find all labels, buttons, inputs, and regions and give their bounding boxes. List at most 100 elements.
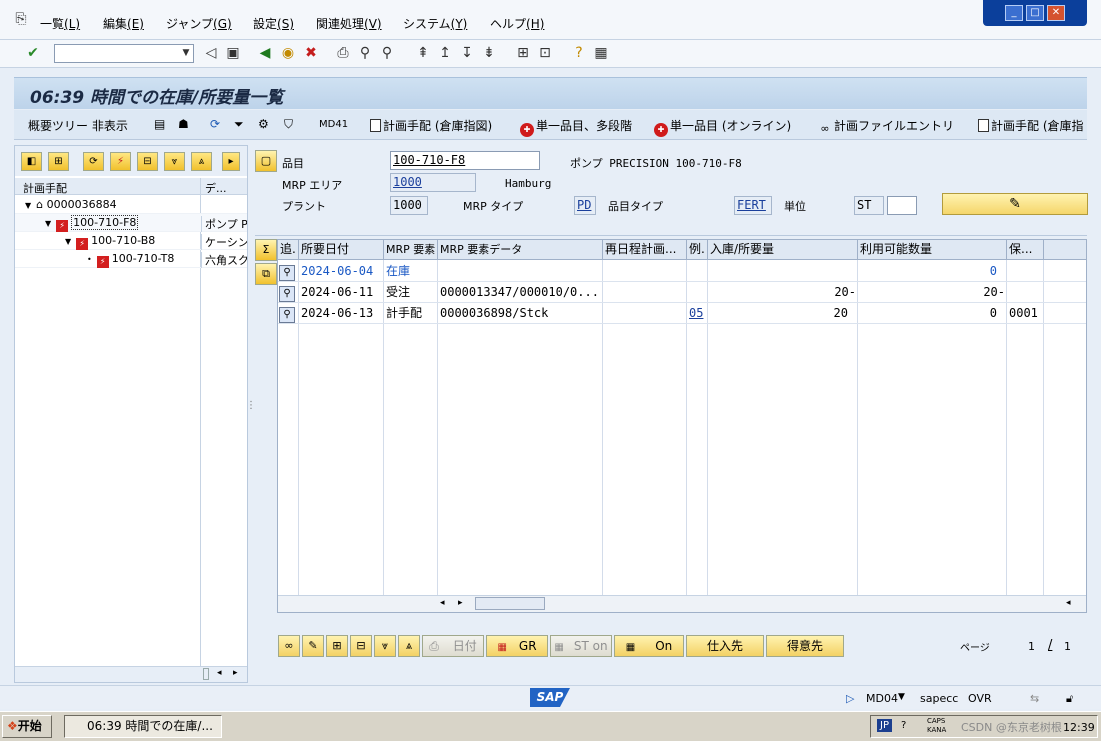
menu-settings[interactable]: 設定(S) bbox=[253, 15, 294, 32]
print-icon[interactable]: ⎙ bbox=[334, 44, 352, 62]
tree-refresh-icon[interactable]: ⟳ bbox=[83, 152, 104, 171]
col-header[interactable]: 追. bbox=[278, 240, 299, 260]
scroll-left-icon[interactable]: ◂ bbox=[217, 668, 222, 678]
customer-button[interactable]: 得意先 bbox=[766, 635, 844, 657]
glasses-icon[interactable]: ∞ bbox=[278, 635, 300, 657]
chevron-down-icon[interactable]: ▼ bbox=[179, 45, 193, 62]
enter-checkmark-icon[interactable]: ✔ bbox=[24, 44, 42, 62]
scroll-thumb[interactable] bbox=[475, 597, 545, 610]
scroll-left-icon[interactable]: ◂ bbox=[1066, 598, 1071, 608]
element-detail-icon[interactable]: ⧉ bbox=[255, 263, 277, 285]
tree-node-component[interactable]: ▼ ⚡ 100-710-B8 ケーシン bbox=[15, 232, 247, 250]
next-page-icon[interactable]: ↧ bbox=[458, 44, 476, 62]
document-icon[interactable]: ▤ bbox=[154, 117, 165, 131]
tree-collapse-icon[interactable]: ⩓ bbox=[191, 152, 212, 171]
close-icon[interactable]: ✕ bbox=[1047, 5, 1065, 21]
filter-icon[interactable]: ⏷ bbox=[234, 117, 244, 132]
menu-goto[interactable]: ジャンプ(G) bbox=[166, 15, 232, 32]
chevron-down-icon[interactable]: ▼ bbox=[898, 692, 905, 702]
prev-page-icon[interactable]: ↥ bbox=[436, 44, 454, 62]
last-page-icon[interactable]: ⇟ bbox=[480, 44, 498, 62]
cell-exception-link[interactable]: 05 bbox=[687, 303, 708, 324]
menu-edit[interactable]: 編集(E) bbox=[103, 15, 144, 32]
edit-pencil-button[interactable]: ✎ bbox=[942, 193, 1088, 215]
new-session-icon[interactable]: ⊞ bbox=[514, 44, 532, 62]
tree-back-icon[interactable]: ◧ bbox=[21, 152, 42, 171]
col-header[interactable]: 所要日付 bbox=[299, 240, 384, 260]
magnifier-icon[interactable]: ⚲ bbox=[279, 265, 295, 281]
menu-list[interactable]: 一覧(L) bbox=[40, 15, 80, 32]
col-header[interactable]: 再日程計画... bbox=[603, 240, 687, 260]
vendor-button[interactable]: 仕入先 bbox=[686, 635, 764, 657]
expand-triangle-icon[interactable]: ▼ bbox=[45, 219, 51, 228]
layout-menu-icon[interactable]: ▦ bbox=[592, 44, 610, 62]
language-indicator[interactable]: JP bbox=[877, 719, 892, 732]
tree-node-root[interactable]: ▼ ⌂ 0000036884 bbox=[15, 196, 247, 214]
expand-triangle-icon[interactable]: ▼ bbox=[65, 237, 71, 246]
app-menu-icon[interactable]: ⎘ bbox=[12, 10, 30, 28]
material-type-field[interactable]: FERT bbox=[734, 196, 772, 215]
tree-more-icon[interactable]: ▸ bbox=[222, 152, 240, 171]
col-header[interactable]: 保... bbox=[1007, 240, 1044, 260]
tree-structure-icon[interactable]: ⊞ bbox=[48, 152, 69, 171]
funnel-icon[interactable]: ⛉ bbox=[284, 117, 293, 132]
person-icon[interactable]: ☗ bbox=[178, 117, 189, 131]
first-page-icon[interactable]: ⇞ bbox=[414, 44, 432, 62]
tree-exception-icon[interactable]: ⚡ bbox=[110, 152, 131, 171]
menu-system[interactable]: システム(Y) bbox=[403, 15, 467, 32]
table-row[interactable]: ⚲ 2024-06-13 計手配 0000036898/Stck 05 20 0… bbox=[278, 303, 1086, 324]
scroll-thumb[interactable] bbox=[203, 668, 209, 680]
single-item-multilevel-button[interactable]: ✚ 単一品目、多段階 bbox=[520, 117, 632, 137]
collapse-left-icon[interactable]: ◁ bbox=[202, 44, 220, 62]
col-header[interactable]: MRP 要素 bbox=[384, 240, 438, 260]
col-header[interactable]: 例. bbox=[687, 240, 708, 260]
on-button[interactable]: ▦ On bbox=[614, 635, 684, 657]
tree-node-component[interactable]: • ⚡ 100-710-T8 六角スク bbox=[15, 250, 247, 268]
scroll-left-icon[interactable]: ◂ bbox=[440, 598, 445, 608]
help-icon[interactable]: ? bbox=[570, 44, 588, 62]
col-header[interactable]: 利用可能数量 bbox=[858, 240, 1007, 260]
shortcut-icon[interactable]: ⊡ bbox=[536, 44, 554, 62]
exit-icon[interactable]: ◉ bbox=[279, 44, 297, 62]
planned-order-storage-button-2[interactable]: 計画手配 (倉庫指 bbox=[978, 117, 1084, 134]
pencil-icon[interactable]: ✎ bbox=[302, 635, 324, 657]
find-icon[interactable]: ⚲ bbox=[356, 44, 374, 62]
md41-button[interactable]: MD41 bbox=[319, 119, 348, 130]
find-next-icon[interactable]: ⚲ bbox=[378, 44, 396, 62]
tree-node-material[interactable]: ▼ ⚡ 100-710-F8 ポンプ P bbox=[15, 214, 247, 232]
save-icon[interactable]: ▣ bbox=[224, 44, 242, 62]
material-field[interactable]: 100-710-F8 bbox=[390, 151, 540, 170]
cancel-icon[interactable]: ✖ bbox=[302, 44, 320, 62]
gr-button[interactable]: ▦ GR bbox=[486, 635, 548, 657]
table-row[interactable]: ⚲ 2024-06-04 在庫 0 bbox=[278, 261, 1086, 282]
settings-icon[interactable]: ⚙ bbox=[258, 117, 269, 131]
menu-help[interactable]: ヘルプ(H) bbox=[490, 15, 544, 32]
tree-expand-icon[interactable]: ⩔ bbox=[164, 152, 185, 171]
planning-file-entry-button[interactable]: ∞ 計画ファイルエントリ bbox=[818, 117, 954, 136]
splitter-handle-icon[interactable]: ⋮ bbox=[246, 400, 256, 411]
minimize-icon[interactable]: _ bbox=[1005, 5, 1023, 21]
plant-field[interactable]: 1000 bbox=[390, 196, 428, 215]
col-header[interactable]: MRP 要素データ bbox=[438, 240, 603, 260]
tree-collapse-icon[interactable]: ⊟ bbox=[350, 635, 372, 657]
tree-col-description[interactable]: デ... bbox=[205, 180, 227, 196]
collapse-up-icon[interactable]: ⩓ bbox=[398, 635, 420, 657]
magnifier-icon[interactable]: ⚲ bbox=[279, 307, 295, 323]
tree-horizontal-scrollbar[interactable]: ◂ ▸ bbox=[15, 666, 247, 682]
refresh-icon[interactable]: ⟳ bbox=[210, 117, 220, 131]
expand-down-icon[interactable]: ⩔ bbox=[374, 635, 396, 657]
maximize-icon[interactable]: □ bbox=[1026, 5, 1044, 21]
back-icon[interactable]: ◀ bbox=[256, 44, 274, 62]
scroll-right-icon[interactable]: ▸ bbox=[458, 598, 463, 608]
taskbar-window-button[interactable]: 06:39 時間での在庫/... bbox=[64, 715, 222, 738]
sum-icon[interactable]: Σ bbox=[255, 239, 277, 261]
help-icon[interactable]: ? bbox=[901, 720, 906, 731]
tree-expand-icon[interactable]: ⊞ bbox=[326, 635, 348, 657]
planned-order-storage-button[interactable]: 計画手配 (倉庫指図) bbox=[370, 117, 492, 134]
mrp-type-field[interactable]: PD bbox=[574, 196, 596, 215]
tree-hierarchy-icon[interactable]: ⊟ bbox=[137, 152, 158, 171]
col-header[interactable]: 入庫/所要量 bbox=[708, 240, 858, 260]
unit-extra-field[interactable] bbox=[887, 196, 917, 215]
start-button[interactable]: ❖开始 bbox=[2, 715, 52, 738]
overview-tree-hide-button[interactable]: 概要ツリー 非表示 bbox=[28, 117, 128, 134]
